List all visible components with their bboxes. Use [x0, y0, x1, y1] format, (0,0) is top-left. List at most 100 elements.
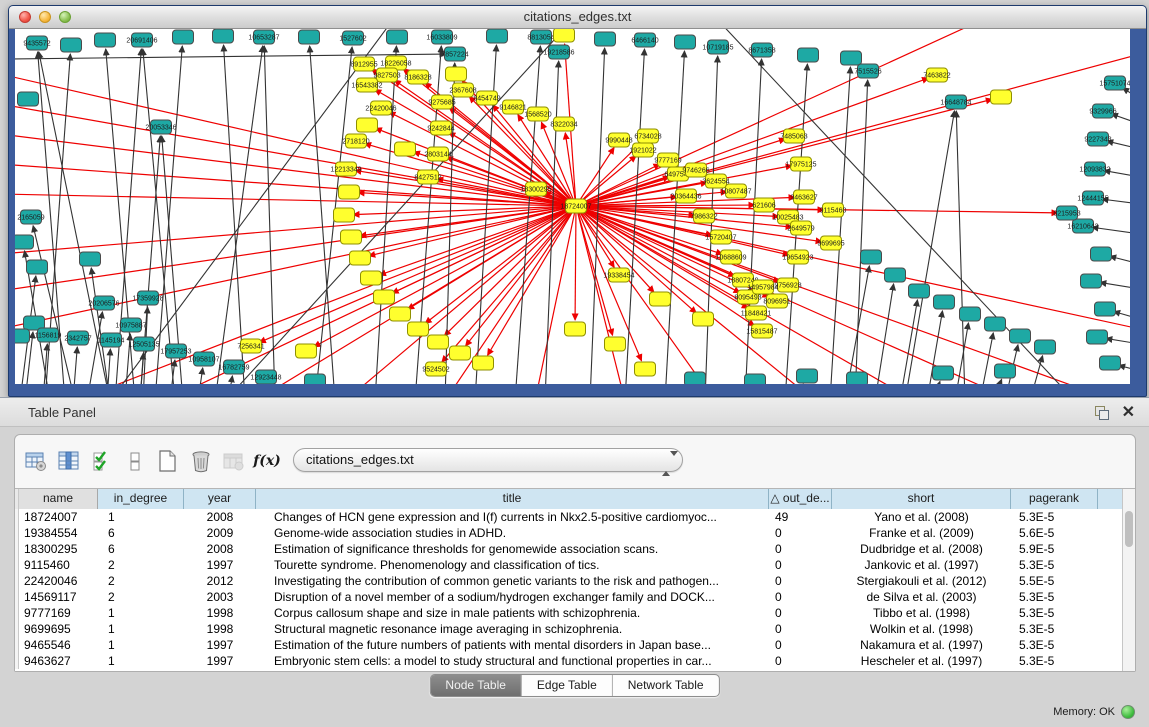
graph-node[interactable]: [450, 346, 471, 360]
table-row[interactable]: 977716911998Corpus callosum shape and si…: [15, 605, 1135, 621]
cell-out_degree[interactable]: 0: [769, 541, 832, 557]
graph-node[interactable]: [95, 33, 116, 47]
table-row[interactable]: 1830029562008Estimation of significance …: [15, 541, 1135, 557]
graph-edge[interactable]: [1114, 311, 1130, 319]
cell-year[interactable]: 1997: [184, 637, 256, 653]
graph-edge[interactable]: [993, 379, 1002, 384]
cell-title[interactable]: Embryonic stem cells: a model to study s…: [256, 653, 769, 669]
graph-node[interactable]: [797, 369, 818, 383]
cell-year[interactable]: 1997: [184, 557, 256, 573]
graph-node[interactable]: [1010, 329, 1031, 343]
cell-in_degree[interactable]: 2: [98, 557, 184, 573]
graph-edge[interactable]: [15, 206, 576, 329]
graph-node[interactable]: [841, 51, 862, 65]
cell-name[interactable]: 18300295: [19, 541, 98, 557]
graph-node[interactable]: [213, 29, 234, 43]
tab-node-table[interactable]: Node Table: [430, 675, 521, 696]
cell-pagerank[interactable]: 5.3E-5: [1011, 605, 1098, 621]
cell-name[interactable]: 9115460: [19, 557, 98, 573]
cell-out_degree[interactable]: 0: [769, 653, 832, 669]
graph-edge[interactable]: [1110, 256, 1130, 264]
graph-node[interactable]: [15, 329, 30, 343]
table-row[interactable]: 1938455462009Genome-wide association stu…: [15, 525, 1135, 541]
cell-short[interactable]: Stergiakouli et al. (2012): [832, 573, 1011, 589]
cell-title[interactable]: Disruption of a novel member of a sodium…: [256, 589, 769, 605]
graph-edge[interactable]: [228, 376, 232, 384]
select-all-icon[interactable]: [87, 445, 117, 477]
cell-title[interactable]: Estimation of significance thresholds fo…: [256, 541, 769, 557]
graph-edge[interactable]: [933, 381, 940, 384]
graph-node[interactable]: [173, 30, 194, 44]
graph-edge[interactable]: [576, 29, 995, 206]
graph-node[interactable]: [428, 335, 449, 349]
graph-node[interactable]: [446, 67, 467, 81]
graph-node[interactable]: [554, 29, 575, 42]
graph-edge[interactable]: [215, 46, 263, 384]
graph-node[interactable]: [395, 142, 416, 156]
graph-node[interactable]: [995, 364, 1016, 378]
window-titlebar[interactable]: citations_edges.txt: [9, 6, 1146, 29]
graph-node[interactable]: [1091, 247, 1112, 261]
graph-edge[interactable]: [224, 45, 245, 384]
cell-pagerank[interactable]: 5.6E-5: [1011, 525, 1098, 541]
cell-in_degree[interactable]: 6: [98, 541, 184, 557]
graph-node[interactable]: [18, 92, 39, 106]
cell-pagerank[interactable]: 5.3E-5: [1011, 557, 1098, 573]
graph-edge[interactable]: [91, 268, 110, 384]
cell-in_degree[interactable]: 6: [98, 525, 184, 541]
graph-node[interactable]: [408, 322, 429, 336]
cell-pagerank[interactable]: 5.9E-5: [1011, 541, 1098, 557]
scrollbar-thumb[interactable]: [1125, 511, 1133, 547]
cell-out_degree[interactable]: 0: [769, 637, 832, 653]
graph-edge[interactable]: [1100, 282, 1130, 289]
cell-name[interactable]: 14569117: [19, 589, 98, 605]
cell-short[interactable]: de Silva et al. (2003): [832, 589, 1011, 605]
column-header-title[interactable]: title: [256, 489, 769, 509]
graph-node[interactable]: [15, 235, 34, 249]
cell-year[interactable]: 1998: [184, 605, 256, 621]
show-columns-icon[interactable]: [54, 445, 84, 477]
graph-edge[interactable]: [1106, 338, 1130, 344]
graph-edge[interactable]: [575, 206, 576, 320]
cell-short[interactable]: Wolkin et al. (1998): [832, 621, 1011, 637]
graph-edge[interactable]: [264, 46, 275, 384]
cell-in_degree[interactable]: 2: [98, 589, 184, 605]
graph-edge[interactable]: [576, 206, 1130, 329]
column-header-in_degree[interactable]: in_degree: [98, 489, 184, 509]
graph-node[interactable]: [635, 362, 656, 376]
column-header-name[interactable]: name: [19, 489, 98, 509]
graph-node[interactable]: [693, 312, 714, 326]
delete-column-icon[interactable]: [186, 445, 216, 477]
graph-edge[interactable]: [314, 206, 576, 347]
cell-in_degree[interactable]: 1: [98, 509, 184, 525]
graph-node[interactable]: [847, 372, 868, 384]
graph-node[interactable]: [909, 284, 930, 298]
graph-edge[interactable]: [576, 54, 1130, 206]
cell-short[interactable]: Dudbridge et al. (2008): [832, 541, 1011, 557]
cell-in_degree[interactable]: 1: [98, 653, 184, 669]
graph-edge[interactable]: [875, 284, 894, 384]
memory-indicator[interactable]: Memory: OK: [1053, 702, 1135, 722]
graph-node[interactable]: [350, 251, 371, 265]
cell-title[interactable]: Investigating the contribution of common…: [256, 573, 769, 589]
graph-node[interactable]: [605, 337, 626, 351]
table-row[interactable]: 911546021997Tourette syndrome. Phenomeno…: [15, 557, 1135, 573]
graph-edge[interactable]: [830, 67, 850, 384]
graph-node[interactable]: [675, 35, 696, 49]
graph-node[interactable]: [991, 90, 1012, 104]
cell-name[interactable]: 18724007: [19, 509, 98, 525]
graph-node[interactable]: [1095, 302, 1116, 316]
cell-name[interactable]: 9463627: [19, 653, 98, 669]
delete-table-icon[interactable]: [219, 445, 249, 477]
graph-node[interactable]: [933, 366, 954, 380]
cell-short[interactable]: Tibbo et al. (1998): [832, 605, 1011, 621]
cell-pagerank[interactable]: 5.3E-5: [1011, 653, 1098, 669]
graph-edge[interactable]: [855, 80, 868, 384]
function-builder-icon[interactable]: f(x): [252, 445, 282, 477]
column-header-year[interactable]: year: [184, 489, 256, 509]
column-header-pagerank[interactable]: pagerank: [1011, 489, 1098, 509]
graph-edge[interactable]: [905, 111, 954, 384]
graph-node[interactable]: [861, 250, 882, 264]
cell-year[interactable]: 2009: [184, 525, 256, 541]
graph-node[interactable]: [885, 268, 906, 282]
